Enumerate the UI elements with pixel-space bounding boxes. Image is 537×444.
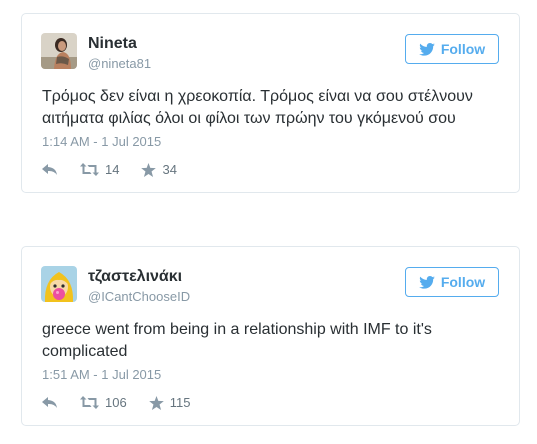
- tweet-text: Τρόμος δεν είναι η χρεοκοπία. Τρόμος είν…: [42, 88, 473, 127]
- favorite-count: 115: [169, 395, 191, 410]
- reply-button[interactable]: [42, 396, 58, 409]
- favorite-count: 34: [162, 162, 177, 177]
- retweet-button[interactable]: 106: [80, 395, 127, 410]
- screen-name[interactable]: @ICantChooseID: [88, 289, 190, 304]
- tweet-text: greece went from being in a relationship…: [42, 321, 432, 360]
- display-name[interactable]: Nineta: [88, 35, 137, 53]
- star-icon: [141, 162, 157, 177]
- twitter-bird-icon: [419, 42, 435, 56]
- retweet-icon: [80, 163, 99, 176]
- display-name[interactable]: τζαστελινάκι: [88, 268, 182, 286]
- timestamp[interactable]: 1:14 AM - 1 Jul 2015: [42, 134, 161, 149]
- reply-icon: [42, 163, 58, 176]
- tweet-actions: 14 34: [42, 162, 199, 177]
- retweet-count: 106: [105, 395, 127, 410]
- follow-button[interactable]: Follow: [405, 34, 499, 64]
- retweet-count: 14: [105, 162, 120, 177]
- avatar[interactable]: [41, 33, 77, 69]
- tweet-card: Nineta @nineta81 Follow Τρόμος δεν είναι…: [21, 13, 520, 193]
- timestamp[interactable]: 1:51 AM - 1 Jul 2015: [42, 367, 161, 382]
- favorite-button[interactable]: 34: [141, 162, 177, 177]
- avatar[interactable]: [41, 266, 77, 302]
- retweet-icon: [80, 396, 99, 409]
- retweet-button[interactable]: 14: [80, 162, 119, 177]
- favorite-button[interactable]: 115: [148, 395, 191, 410]
- star-icon: [148, 395, 164, 410]
- reply-icon: [42, 396, 58, 409]
- twitter-bird-icon: [419, 275, 435, 289]
- tweet-actions: 106 115: [42, 395, 212, 410]
- follow-button[interactable]: Follow: [405, 267, 499, 297]
- screen-name[interactable]: @nineta81: [88, 56, 151, 71]
- follow-label: Follow: [440, 274, 486, 290]
- follow-label: Follow: [440, 41, 486, 57]
- reply-button[interactable]: [42, 163, 58, 176]
- tweet-card: τζαστελινάκι @ICantChooseID Follow greec…: [21, 246, 520, 426]
